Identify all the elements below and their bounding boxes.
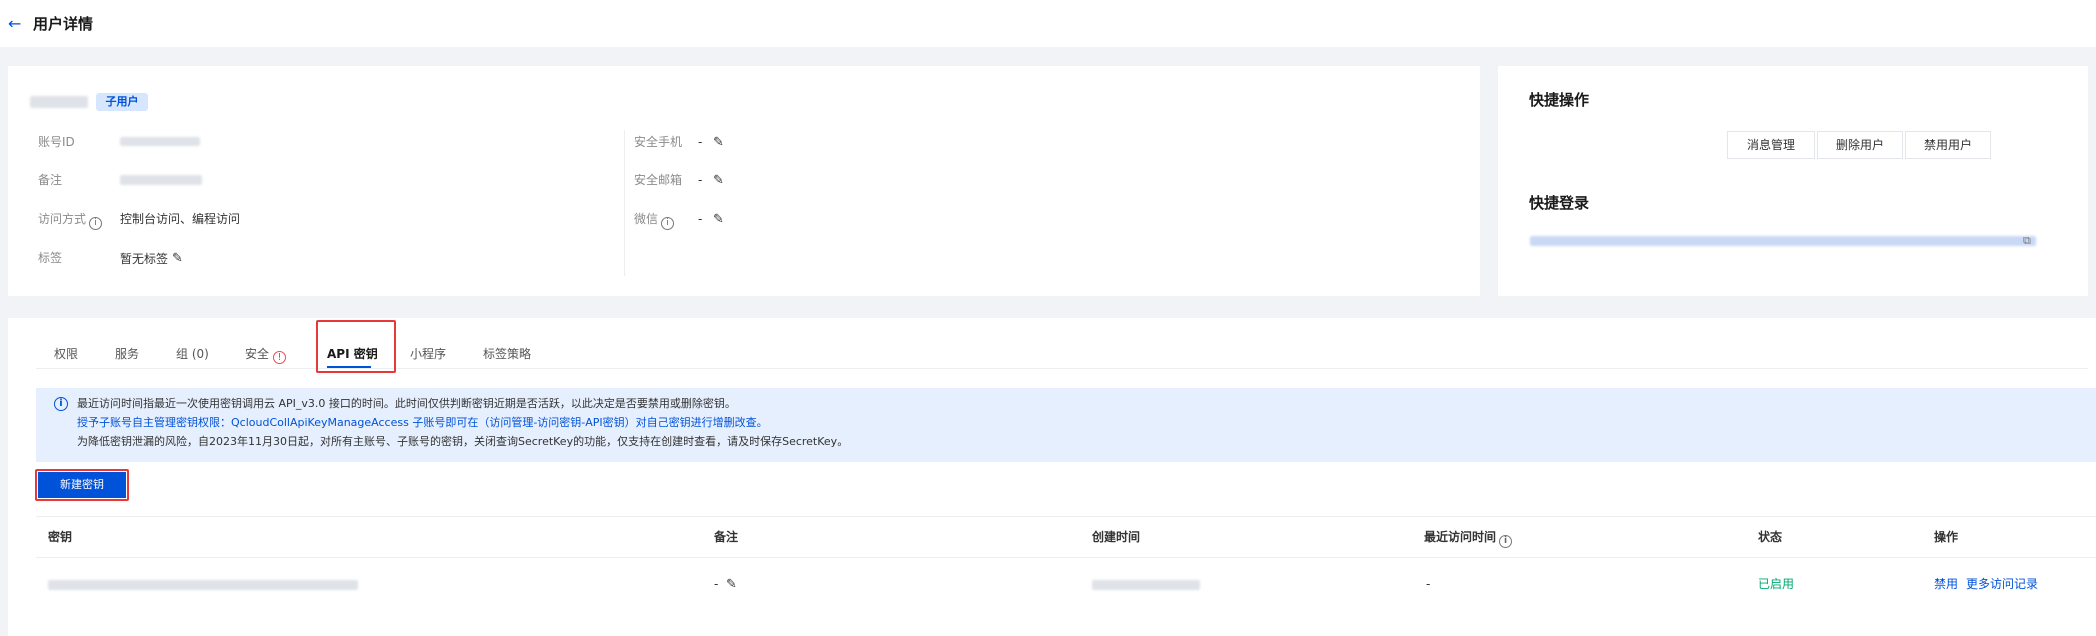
edit-wechat-pencil-icon[interactable]: ✎ (713, 213, 725, 226)
column-header-remark: 备注 (714, 530, 739, 544)
security-email-value: - (698, 173, 703, 187)
info-icon[interactable]: i (89, 217, 103, 230)
edit-email-pencil-icon[interactable]: ✎ (713, 174, 725, 187)
column-header-key: 密钥 (48, 530, 73, 544)
user-info-card (8, 66, 1480, 296)
highlight-box-api-tab (316, 320, 396, 373)
account-id-redacted (120, 137, 200, 146)
field-label-access-mode: 访问方式 i (38, 211, 103, 230)
warning-icon: ! (273, 351, 287, 364)
row-status-value: 已启用 (1758, 577, 1795, 591)
field-label-security-phone: 安全手机 (634, 135, 683, 149)
column-header-actions: 操作 (1934, 530, 1959, 544)
message-management-button[interactable]: 消息管理 (1727, 131, 1815, 159)
table-header-row (36, 516, 2096, 558)
highlight-box-create-button (35, 469, 129, 501)
disable-key-link[interactable]: 禁用 (1934, 576, 1958, 592)
created-time-redacted (1092, 580, 1200, 590)
field-label-wechat: 微信 i (634, 211, 675, 230)
user-type-badge: 子用户 (96, 93, 148, 111)
arrow-left-icon[interactable]: ← (8, 14, 26, 34)
notice-line-3: 为降低密钥泄漏的风险，自2023年11月30日起，对所有主账号、子账号的密钥，关… (77, 435, 849, 448)
security-phone-value: - (698, 135, 703, 149)
edit-remark-pencil-icon[interactable]: ✎ (726, 578, 738, 591)
tab-groups[interactable]: 组 (0) (176, 346, 209, 362)
row-remark-value: - (714, 577, 719, 591)
field-label-remark: 备注 (38, 173, 63, 187)
page-title: 用户详情 (33, 15, 94, 33)
row-last-access-value: - (1426, 577, 1431, 591)
quick-actions-title: 快捷操作 (1529, 91, 1590, 109)
disable-user-button[interactable]: 禁用用户 (1905, 131, 1991, 159)
column-header-last-access: 最近访问时间 i (1424, 529, 1513, 548)
column-divider (624, 130, 625, 276)
edit-phone-pencil-icon[interactable]: ✎ (713, 136, 725, 149)
quick-login-title: 快捷登录 (1529, 194, 1590, 212)
delete-user-button[interactable]: 删除用户 (1817, 131, 1903, 159)
tab-security[interactable]: 安全! (245, 346, 287, 364)
field-label-tags: 标签 (38, 251, 63, 265)
access-mode-value: 控制台访问、编程访问 (120, 212, 241, 226)
field-label-account-id: 账号ID (38, 135, 75, 149)
notice-line-2-link[interactable]: 授予子账号自主管理密钥权限：QcloudCollApiKeyManageAcce… (77, 416, 768, 430)
secret-id-redacted (48, 580, 358, 590)
more-access-records-link[interactable]: 更多访问记录 (1966, 576, 2038, 592)
tab-mini-program[interactable]: 小程序 (410, 346, 446, 362)
copy-icon[interactable]: ⧉ (2023, 235, 2035, 247)
quick-login-url-redacted[interactable] (1530, 236, 2036, 246)
field-label-security-email: 安全邮箱 (634, 173, 683, 187)
info-icon[interactable]: i (1499, 535, 1513, 548)
column-header-created: 创建时间 (1092, 530, 1141, 544)
wechat-value: - (698, 212, 703, 226)
tab-tag-policy[interactable]: 标签策略 (483, 346, 531, 362)
tab-services[interactable]: 服务 (115, 346, 139, 362)
column-header-status: 状态 (1758, 530, 1783, 544)
info-icon[interactable]: i (661, 217, 675, 230)
username-redacted (30, 96, 88, 108)
tab-permissions[interactable]: 权限 (54, 346, 78, 362)
remark-redacted (120, 175, 202, 185)
edit-tags-pencil-icon[interactable]: ✎ (172, 252, 184, 265)
page-header: ← 用户详情 (0, 0, 2096, 47)
notice-line-1: 最近访问时间指最近一次使用密钥调用云 API_v3.0 接口的时间。此时间仅供判… (77, 397, 736, 410)
tags-value: 暂无标签 (120, 252, 169, 266)
info-icon: i (54, 397, 68, 411)
